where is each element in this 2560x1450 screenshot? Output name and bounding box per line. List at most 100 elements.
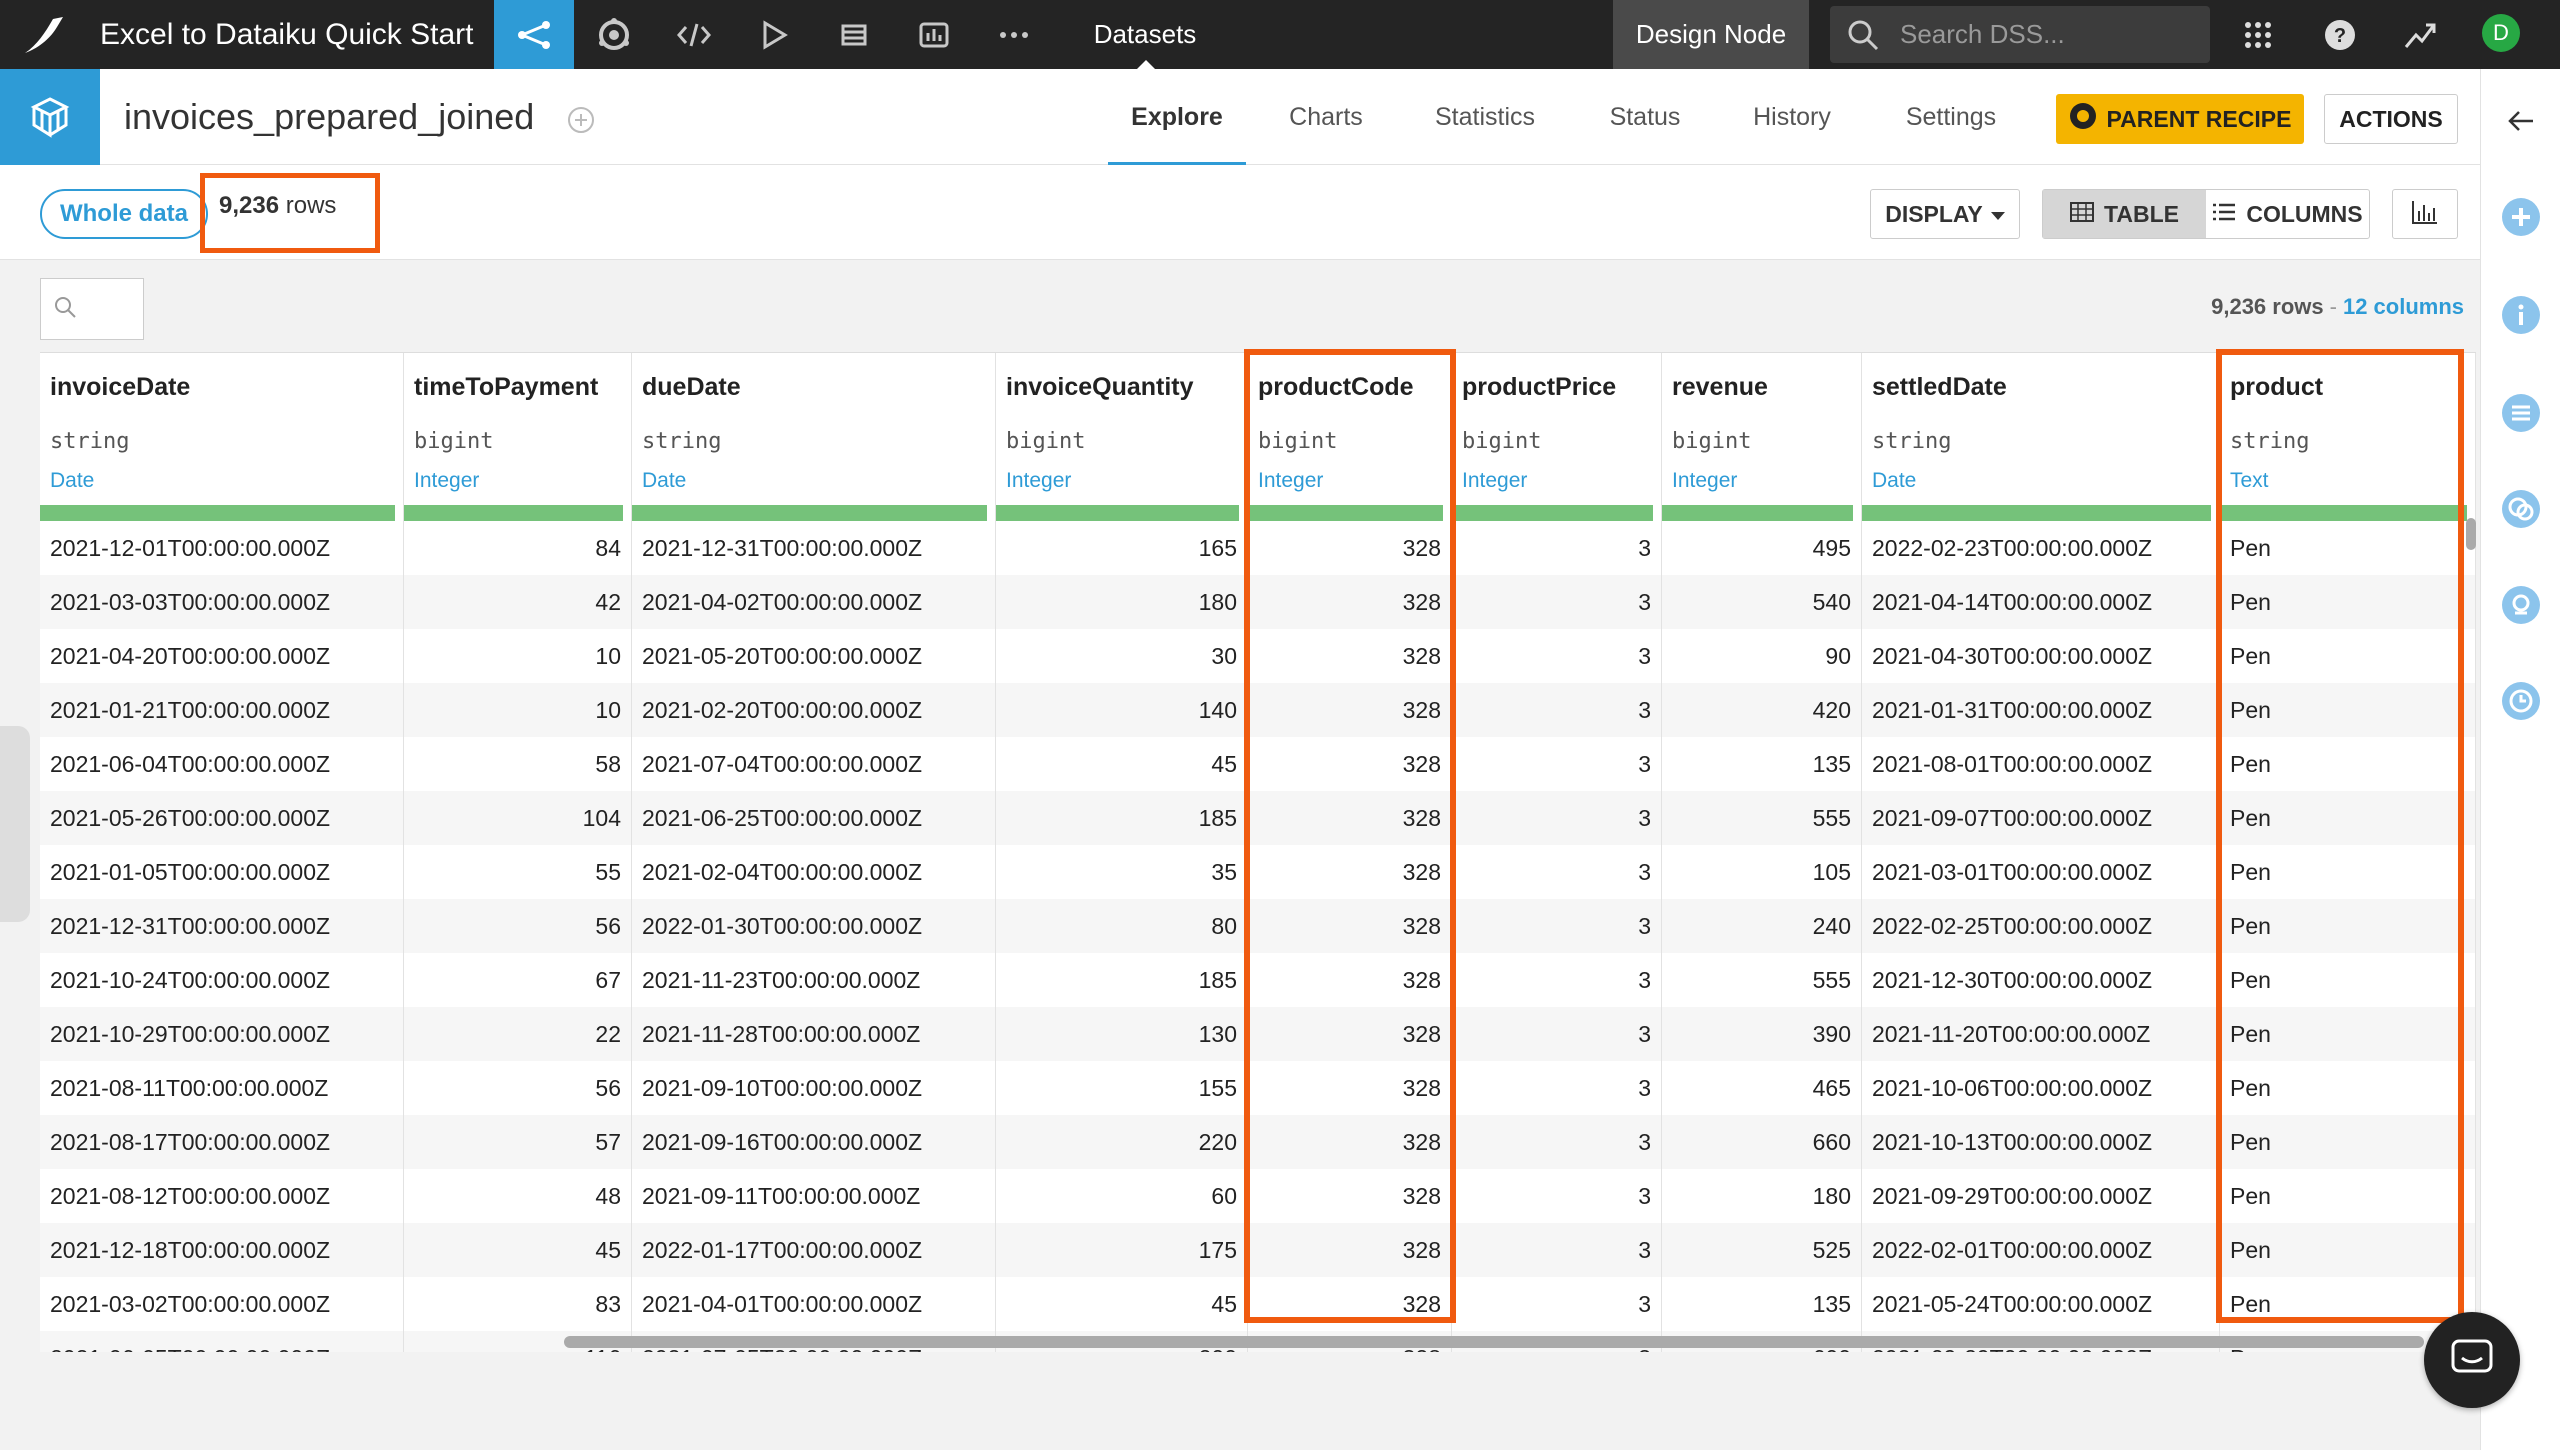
table-cell[interactable]: 2021-01-31T00:00:00.000Z	[1862, 683, 2220, 737]
horizontal-scrollbar[interactable]	[564, 1336, 2424, 1348]
run-icon[interactable]	[734, 0, 814, 69]
column-meaning[interactable]: Date	[1872, 469, 1916, 493]
column-meaning[interactable]: Integer	[1672, 469, 1737, 493]
table-cell[interactable]: 328	[1248, 575, 1452, 629]
table-cell[interactable]: 390	[1662, 1007, 1862, 1061]
column-name[interactable]: revenue	[1672, 373, 1768, 402]
table-cell[interactable]: 185	[996, 953, 1248, 1007]
table-cell[interactable]: Pen	[2220, 899, 2476, 953]
table-cell[interactable]: 35	[996, 845, 1248, 899]
lab-icon[interactable]	[574, 0, 654, 69]
table-cell[interactable]: 2021-10-24T00:00:00.000Z	[40, 953, 404, 1007]
table-cell[interactable]: 105	[1662, 845, 1862, 899]
table-cell[interactable]: 2021-02-20T00:00:00.000Z	[632, 683, 996, 737]
left-panel-handle[interactable]	[0, 726, 30, 922]
table-cell[interactable]: 328	[1248, 1061, 1452, 1115]
chat-button[interactable]	[2424, 1312, 2520, 1408]
table-cell[interactable]: 328	[1248, 629, 1452, 683]
table-cell[interactable]: Pen	[2220, 845, 2476, 899]
table-cell[interactable]: 58	[404, 737, 632, 791]
tab-statistics[interactable]: Statistics	[1420, 69, 1550, 165]
table-cell[interactable]: 2021-11-28T00:00:00.000Z	[632, 1007, 996, 1061]
table-cell[interactable]: 328	[1248, 953, 1452, 1007]
column-name[interactable]: invoiceDate	[50, 373, 190, 402]
project-title[interactable]: Excel to Dataiku Quick Start	[100, 0, 473, 69]
column-name[interactable]: timeToPayment	[414, 373, 598, 402]
table-cell[interactable]: 660	[1662, 1115, 1862, 1169]
info-icon[interactable]	[2501, 295, 2541, 335]
column-storage-type[interactable]: string	[50, 429, 129, 454]
table-cell[interactable]: 2022-01-30T00:00:00.000Z	[632, 899, 996, 953]
table-cell[interactable]: 3	[1452, 521, 1662, 575]
table-cell[interactable]: 465	[1662, 1061, 1862, 1115]
table-cell[interactable]: 2021-09-07T00:00:00.000Z	[1862, 791, 2220, 845]
table-cell[interactable]: 2022-02-23T00:00:00.000Z	[1862, 521, 2220, 575]
table-cell[interactable]: 2021-12-18T00:00:00.000Z	[40, 1223, 404, 1277]
table-cell[interactable]: 328	[1248, 845, 1452, 899]
column-meaning[interactable]: Date	[642, 469, 686, 493]
column-storage-type[interactable]: bigint	[1462, 429, 1541, 454]
table-cell[interactable]: Pen	[2220, 629, 2476, 683]
table-cell[interactable]: 2021-05-24T00:00:00.000Z	[1862, 1277, 2220, 1331]
table-cell[interactable]: 2021-06-04T00:00:00.000Z	[40, 737, 404, 791]
table-cell[interactable]: 2021-08-11T00:00:00.000Z	[40, 1061, 404, 1115]
table-cell[interactable]: 525	[1662, 1223, 1862, 1277]
table-cell[interactable]: 328	[1248, 1277, 1452, 1331]
table-cell[interactable]: 2021-09-10T00:00:00.000Z	[632, 1061, 996, 1115]
table-cell[interactable]: 2021-05-26T00:00:00.000Z	[40, 791, 404, 845]
column-storage-type[interactable]: string	[642, 429, 721, 454]
discussions-icon[interactable]	[2501, 489, 2541, 529]
table-cell[interactable]: 328	[1248, 899, 1452, 953]
vertical-scrollbar[interactable]	[2466, 518, 2476, 550]
schema-icon[interactable]	[2501, 393, 2541, 433]
add-icon[interactable]	[2501, 197, 2541, 237]
table-cell[interactable]: 2021-10-13T00:00:00.000Z	[1862, 1115, 2220, 1169]
table-cell[interactable]: 55	[404, 845, 632, 899]
tab-status[interactable]: Status	[1590, 69, 1700, 165]
table-cell[interactable]: 2021-06-25T00:00:00.000Z	[632, 791, 996, 845]
column-name[interactable]: settledDate	[1872, 373, 2007, 402]
table-cell[interactable]: 83	[404, 1277, 632, 1331]
table-cell[interactable]: 3	[1452, 1115, 1662, 1169]
share-icon[interactable]	[566, 105, 596, 140]
table-cell[interactable]: 328	[1248, 791, 1452, 845]
table-cell[interactable]: 328	[1248, 521, 1452, 575]
table-cell[interactable]: 180	[1662, 1169, 1862, 1223]
lab-search-icon[interactable]	[2501, 585, 2541, 625]
table-cell[interactable]: 180	[996, 575, 1248, 629]
columns-summary-link[interactable]: 12 columns	[2343, 294, 2464, 319]
table-cell[interactable]: 165	[996, 521, 1248, 575]
table-cell[interactable]: 45	[404, 1223, 632, 1277]
trend-icon[interactable]	[2390, 0, 2450, 69]
column-meaning[interactable]: Text	[2230, 469, 2269, 493]
table-cell[interactable]: 2021-09-16T00:00:00.000Z	[632, 1115, 996, 1169]
actions-button[interactable]: ACTIONS	[2324, 94, 2458, 144]
table-cell[interactable]: 42	[404, 575, 632, 629]
table-cell[interactable]: 420	[1662, 683, 1862, 737]
table-cell[interactable]: 2021-01-21T00:00:00.000Z	[40, 683, 404, 737]
column-meaning[interactable]: Date	[50, 469, 94, 493]
table-cell[interactable]: 10	[404, 683, 632, 737]
table-cell[interactable]: 45	[996, 737, 1248, 791]
table-cell[interactable]: 3	[1452, 1061, 1662, 1115]
dataset-name[interactable]: invoices_prepared_joined	[124, 69, 534, 165]
table-cell[interactable]: 45	[996, 1277, 1248, 1331]
table-cell[interactable]: 2021-10-06T00:00:00.000Z	[1862, 1061, 2220, 1115]
table-cell[interactable]: 10	[404, 629, 632, 683]
tab-explore[interactable]: Explore	[1108, 69, 1246, 165]
table-cell[interactable]: 3	[1452, 1223, 1662, 1277]
column-storage-type[interactable]: string	[1872, 429, 1951, 454]
table-cell[interactable]: 2021-10-29T00:00:00.000Z	[40, 1007, 404, 1061]
table-cell[interactable]: Pen	[2220, 737, 2476, 791]
table-cell[interactable]: 67	[404, 953, 632, 1007]
column-storage-type[interactable]: bigint	[414, 429, 493, 454]
table-cell[interactable]: Pen	[2220, 1115, 2476, 1169]
table-cell[interactable]: 56	[404, 1061, 632, 1115]
table-cell[interactable]: 2021-08-12T00:00:00.000Z	[40, 1169, 404, 1223]
table-cell[interactable]: 22	[404, 1007, 632, 1061]
table-cell[interactable]: Pen	[2220, 1169, 2476, 1223]
back-arrow-icon[interactable]	[2501, 101, 2541, 141]
column-filter-input[interactable]	[40, 278, 144, 340]
column-storage-type[interactable]: string	[2230, 429, 2309, 454]
search-input[interactable]: Search DSS...	[1830, 6, 2210, 63]
